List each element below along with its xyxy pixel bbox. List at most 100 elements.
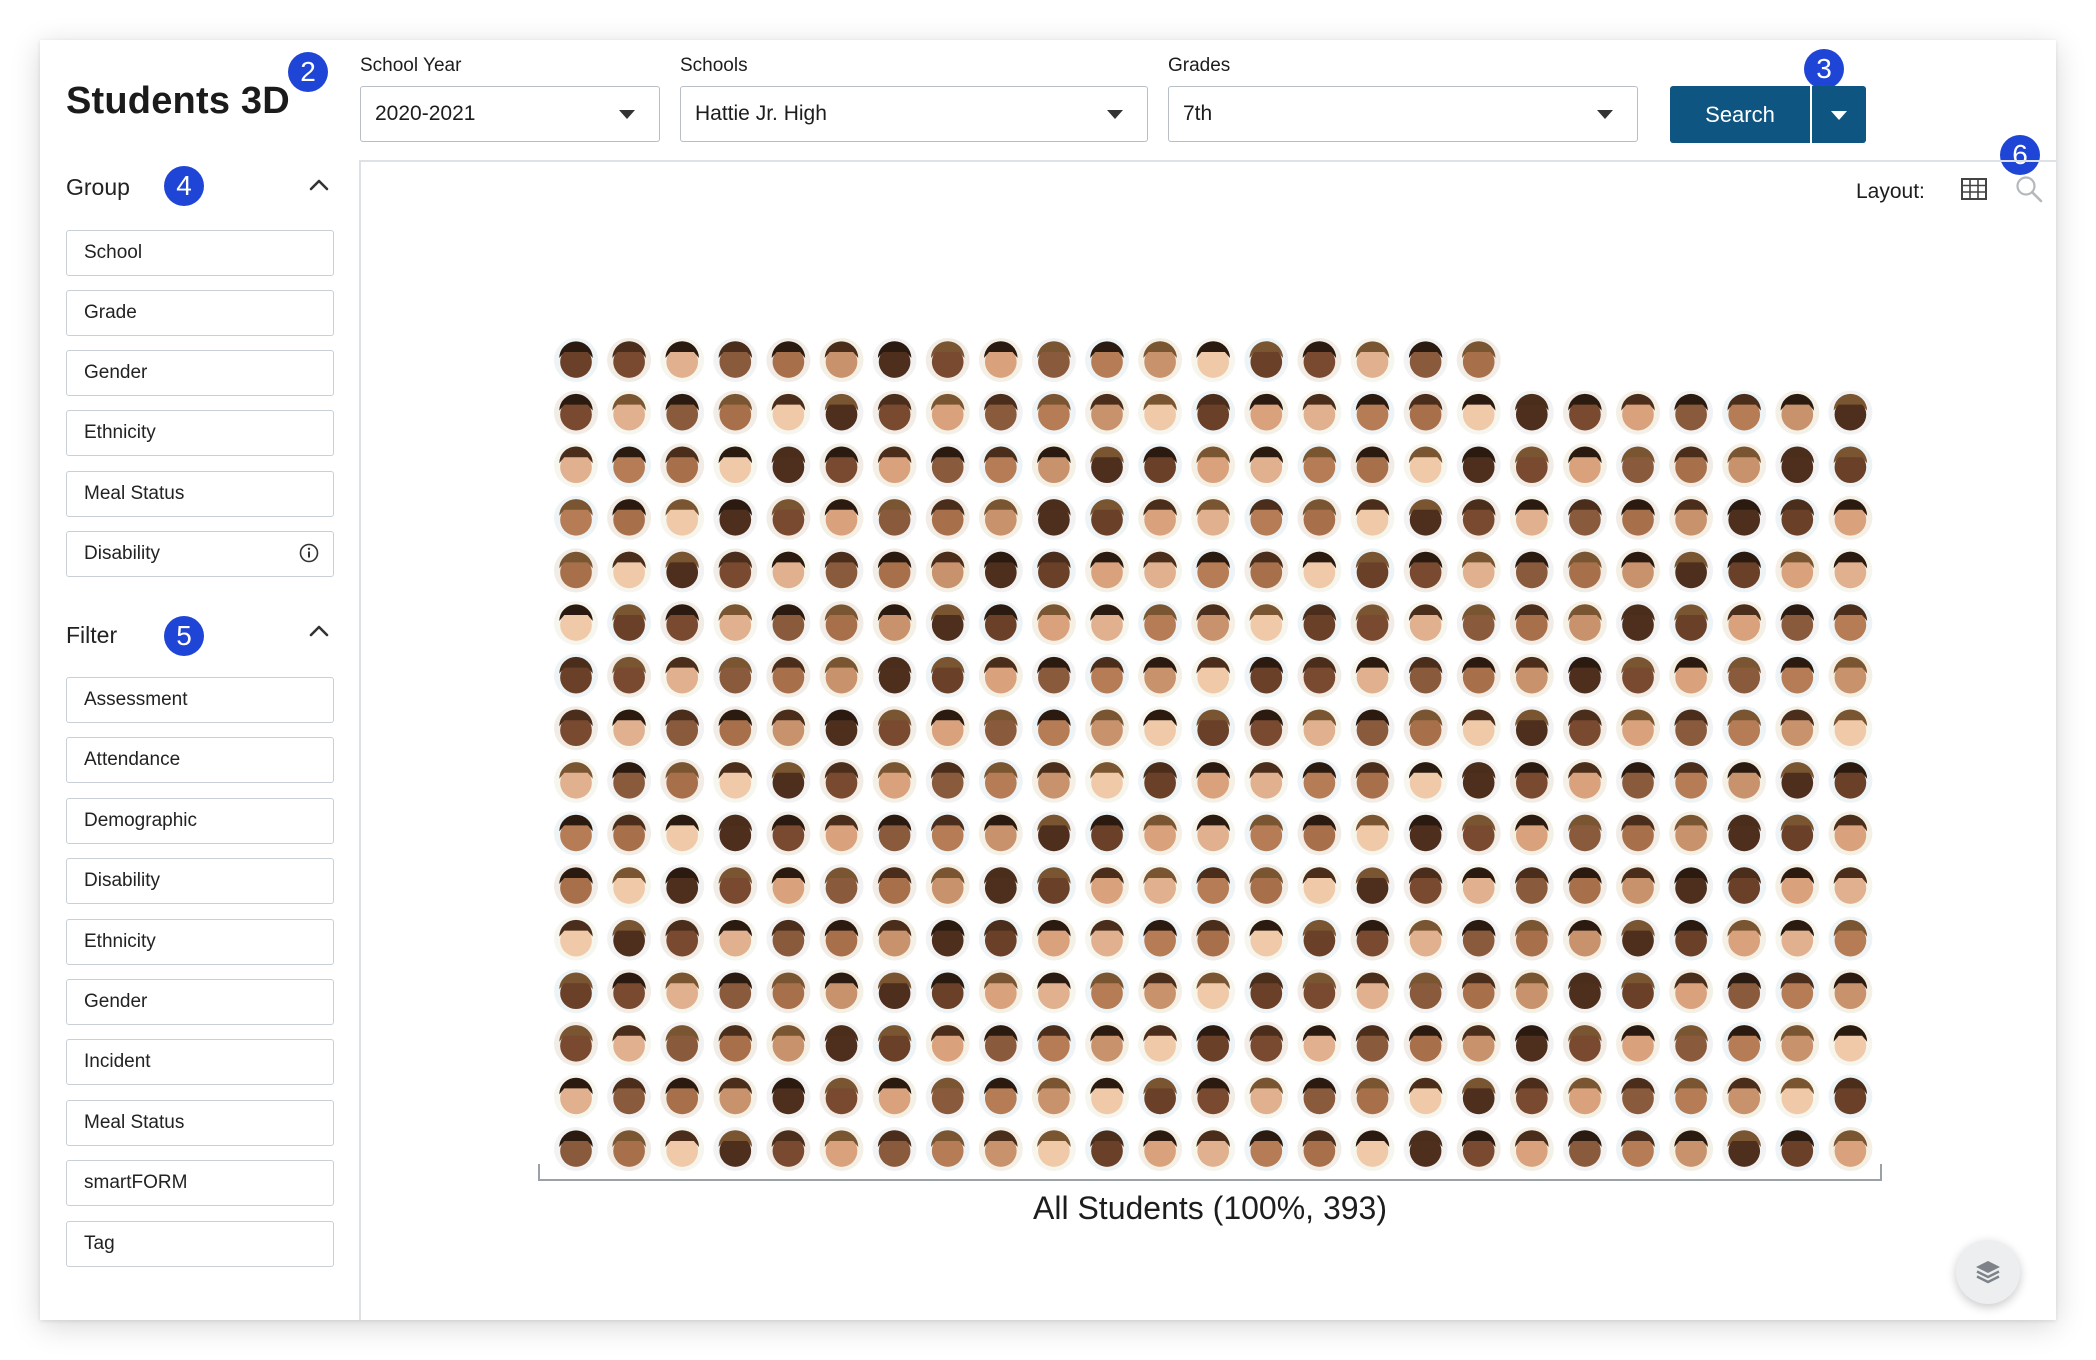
student-avatar[interactable] [1350,653,1395,698]
student-avatar[interactable] [1031,601,1076,645]
student-avatar[interactable] [819,706,864,751]
student-avatar[interactable] [660,548,705,593]
student-avatar[interactable] [1828,1074,1873,1119]
student-avatar[interactable] [1085,706,1129,751]
filter-option-incident[interactable]: Incident [66,1039,334,1085]
student-avatar[interactable] [819,443,864,488]
student-avatar[interactable] [1191,390,1236,435]
student-avatar[interactable] [978,601,1023,645]
student-avatar[interactable] [1616,653,1660,698]
student-avatar[interactable] [660,601,705,645]
student-avatar[interactable] [607,864,652,908]
filter-option-tag[interactable]: Tag [66,1221,334,1267]
student-avatar[interactable] [1828,758,1873,803]
student-avatar[interactable] [713,548,758,593]
student-avatar[interactable] [1191,969,1236,1014]
student-avatar[interactable] [1775,706,1820,751]
student-avatar[interactable] [1138,1021,1183,1066]
student-avatar[interactable] [819,1074,864,1119]
student-avatar[interactable] [1775,969,1820,1014]
student-avatar[interactable] [1669,969,1714,1014]
student-avatar[interactable] [766,1074,811,1119]
student-avatar[interactable] [1456,1021,1501,1066]
student-avatar[interactable] [607,601,652,645]
student-avatar[interactable] [1350,706,1395,751]
student-avatar[interactable] [1775,864,1820,908]
student-avatar[interactable] [1403,758,1448,803]
student-avatar[interactable] [766,390,811,435]
student-avatar[interactable] [1669,601,1714,645]
student-avatar[interactable] [1669,758,1714,803]
student-avatar[interactable] [1031,706,1076,751]
student-avatar[interactable] [1138,916,1183,961]
student-avatar[interactable] [1828,548,1873,593]
student-avatar[interactable] [1669,811,1714,856]
student-avatar[interactable] [1244,443,1289,488]
student-avatar[interactable] [1509,653,1554,698]
student-avatar[interactable] [1456,1074,1501,1119]
student-avatar[interactable] [1403,443,1448,488]
student-avatar[interactable] [660,443,705,488]
student-avatar[interactable] [660,969,705,1014]
student-avatar[interactable] [1191,916,1236,961]
student-avatar[interactable] [1031,548,1076,593]
student-avatar[interactable] [1562,653,1607,698]
student-avatar[interactable] [607,969,652,1014]
student-avatar[interactable] [1828,653,1873,698]
search-options-button[interactable] [1812,86,1866,143]
student-avatar[interactable] [607,338,652,382]
student-avatar[interactable] [1775,653,1820,698]
student-avatar[interactable] [1350,390,1395,435]
student-avatar[interactable] [1828,864,1873,908]
student-avatar[interactable] [660,1021,705,1066]
group-option-school[interactable]: School [66,230,334,276]
student-avatar[interactable] [872,706,917,751]
student-avatar[interactable] [1244,969,1289,1014]
student-avatar[interactable] [607,653,652,698]
student-avatar[interactable] [1509,969,1554,1014]
student-avatar[interactable] [607,548,652,593]
student-avatar[interactable] [1191,495,1236,540]
student-avatar[interactable] [1085,969,1129,1014]
student-avatar[interactable] [1297,758,1342,803]
student-avatar[interactable] [925,1021,970,1066]
magnifier-icon[interactable] [2014,174,2044,204]
student-avatar[interactable] [872,443,917,488]
group-option-meal-status[interactable]: Meal Status [66,471,334,517]
student-avatar[interactable] [1616,1074,1660,1119]
student-avatar[interactable] [1244,916,1289,961]
student-avatar[interactable] [1244,548,1289,593]
student-avatar[interactable] [1085,390,1129,435]
student-avatar[interactable] [1509,864,1554,908]
filter-option-smartform[interactable]: smartFORM [66,1160,334,1206]
student-avatar[interactable] [713,338,758,382]
student-avatar[interactable] [1669,1021,1714,1066]
student-avatar[interactable] [1509,390,1554,435]
student-avatar[interactable] [1191,548,1236,593]
student-avatar[interactable] [607,390,652,435]
student-avatar[interactable] [1722,601,1767,645]
student-avatar[interactable] [1085,811,1129,856]
student-avatar[interactable] [554,811,598,856]
student-avatar[interactable] [1031,338,1076,382]
student-avatar[interactable] [1403,653,1448,698]
student-avatar[interactable] [766,495,811,540]
student-avatar[interactable] [1403,338,1448,382]
student-avatar[interactable] [1350,916,1395,961]
student-avatar[interactable] [1509,1021,1554,1066]
student-avatar[interactable] [660,1074,705,1119]
student-avatar[interactable] [1828,706,1873,751]
student-avatar[interactable] [1562,811,1607,856]
student-avatar[interactable] [554,969,598,1014]
student-avatar[interactable] [607,706,652,751]
student-avatar[interactable] [1509,495,1554,540]
student-avatar[interactable] [1722,758,1767,803]
student-avatar[interactable] [660,338,705,382]
student-avatar[interactable] [713,443,758,488]
student-avatar[interactable] [1775,758,1820,803]
student-avatar[interactable] [660,390,705,435]
student-avatar[interactable] [1138,706,1183,751]
student-avatar[interactable] [1456,758,1501,803]
student-avatar[interactable] [925,548,970,593]
student-avatar[interactable] [660,811,705,856]
